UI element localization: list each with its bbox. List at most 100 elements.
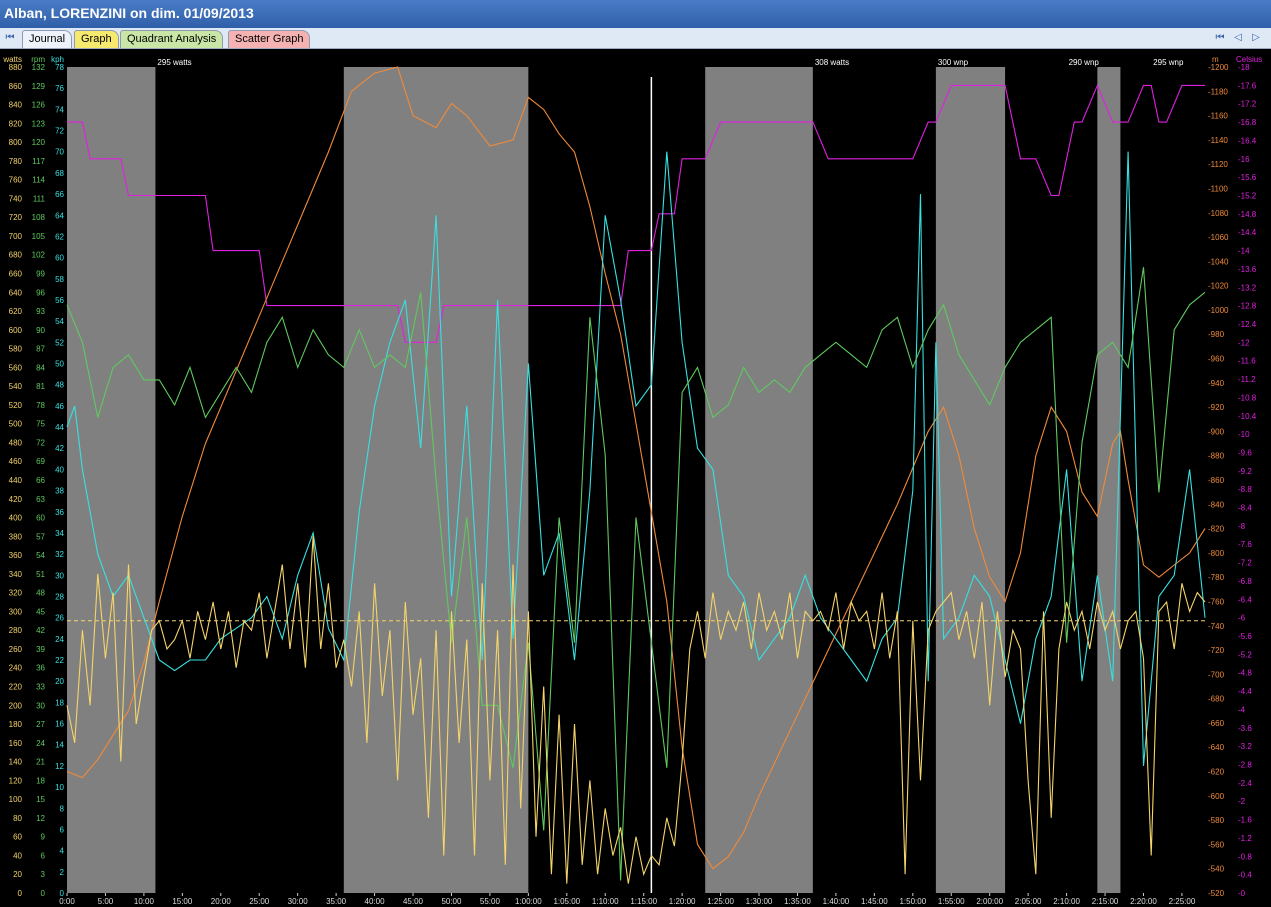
prev-icon[interactable]: ◁ — [1232, 31, 1244, 45]
kph-tick-label: 62 — [55, 232, 64, 241]
watts-tick-label: 800 — [9, 138, 23, 147]
m-tick-label: -780 — [1208, 573, 1225, 582]
x-tick-label: 50:00 — [441, 897, 462, 906]
x-tick-label: 1:40:00 — [823, 897, 850, 906]
celsius-tick-label: -6 — [1238, 614, 1246, 623]
watts-tick-label: 180 — [9, 720, 23, 729]
x-tick-label: 1:20:00 — [669, 897, 696, 906]
window-titlebar: Alban, LORENZINI on dim. 01/09/2013 — [0, 0, 1271, 29]
rpm-tick-label: 39 — [36, 645, 45, 654]
rpm-tick-label: 24 — [36, 739, 45, 748]
kph-tick-label: 36 — [55, 508, 64, 517]
first-icon[interactable]: ⏮ — [1214, 31, 1226, 45]
celsius-tick-label: -13.2 — [1238, 283, 1257, 292]
tab-graph[interactable]: Graph — [74, 30, 119, 48]
interval-label-3: 290 wnp — [1069, 58, 1100, 67]
first-page-icon[interactable]: ⏮ — [4, 31, 16, 45]
watts-tick-label: 420 — [9, 495, 23, 504]
rpm-tick-label: 54 — [36, 551, 45, 560]
kph-tick-label: 34 — [55, 529, 64, 538]
m-tick-label: -760 — [1208, 597, 1225, 606]
celsius-tick-label: -6.4 — [1238, 595, 1252, 604]
m-tick-label: -580 — [1208, 816, 1225, 825]
celsius-tick-label: -0.8 — [1238, 852, 1252, 861]
watts-tick-label: 160 — [9, 739, 23, 748]
celsius-tick-label: -18 — [1238, 63, 1250, 72]
rpm-tick-label: 36 — [36, 664, 45, 673]
m-tick-label: -720 — [1208, 646, 1225, 655]
m-tick-label: -940 — [1208, 379, 1225, 388]
watts-tick-label: 860 — [9, 82, 23, 91]
watts-tick-label: 700 — [9, 232, 23, 241]
m-tick-label: -520 — [1208, 889, 1225, 898]
celsius-tick-label: -16.4 — [1238, 136, 1257, 145]
kph-tick-label: 42 — [55, 444, 64, 453]
m-tick-label: -620 — [1208, 768, 1225, 777]
celsius-tick-label: -16.8 — [1238, 118, 1257, 127]
tab-quadrant-analysis[interactable]: Quadrant Analysis — [120, 30, 224, 48]
celsius-tick-label: -8.4 — [1238, 504, 1252, 513]
celsius-tick-label: -8 — [1238, 522, 1246, 531]
x-tick-label: 2:20:00 — [1130, 897, 1157, 906]
ride-graph[interactable]: 295 watts 308 watts 300 wnp 290 wnp 295 wnpw… — [0, 48, 1271, 907]
kph-tick-label: 56 — [55, 296, 64, 305]
x-tick-label: 1:05:00 — [553, 897, 580, 906]
kph-tick-label: 32 — [55, 550, 64, 559]
watts-tick-label: 260 — [9, 645, 23, 654]
celsius-tick-label: -9.2 — [1238, 467, 1252, 476]
kph-tick-label: 46 — [55, 402, 64, 411]
kph-tick-label: 8 — [60, 804, 65, 813]
kph-tick-label: 58 — [55, 275, 64, 284]
celsius-tick-label: -1.2 — [1238, 834, 1252, 843]
celsius-tick-label: -12.8 — [1238, 302, 1257, 311]
m-tick-label: -960 — [1208, 355, 1225, 364]
watts-tick-label: 480 — [9, 438, 23, 447]
plot-background — [67, 67, 1205, 893]
celsius-tick-label: -14.8 — [1238, 210, 1257, 219]
rpm-tick-label: 42 — [36, 626, 45, 635]
kph-tick-label: 14 — [55, 741, 64, 750]
next-icon[interactable]: ▷ — [1250, 31, 1262, 45]
watts-tick-label: 40 — [13, 851, 22, 860]
m-tick-label: -1040 — [1208, 257, 1229, 266]
kph-tick-label: 70 — [55, 148, 64, 157]
kph-tick-label: 22 — [55, 656, 64, 665]
x-tick-label: 10:00 — [134, 897, 155, 906]
rpm-tick-label: 93 — [36, 307, 45, 316]
m-tick-label: -840 — [1208, 500, 1225, 509]
celsius-tick-label: -15.2 — [1238, 191, 1257, 200]
celsius-tick-label: -4.4 — [1238, 687, 1252, 696]
x-tick-label: 1:15:00 — [630, 897, 657, 906]
rpm-tick-label: 117 — [32, 157, 45, 166]
rpm-tick-label: 78 — [36, 401, 45, 410]
x-tick-label: 1:55:00 — [938, 897, 965, 906]
celsius-tick-label: -10 — [1238, 430, 1250, 439]
celsius-tick-label: -7.2 — [1238, 559, 1252, 568]
tab-scatter-graph[interactable]: Scatter Graph — [228, 30, 311, 48]
watts-tick-label: 540 — [9, 382, 23, 391]
interval-label-4: 295 wnp — [1153, 58, 1184, 67]
rpm-tick-label: 96 — [36, 288, 45, 297]
rpm-tick-label: 114 — [32, 176, 45, 185]
m-tick-label: -1000 — [1208, 306, 1229, 315]
watts-tick-label: 460 — [9, 457, 23, 466]
x-tick-label: 25:00 — [249, 897, 270, 906]
tab-journal[interactable]: Journal — [22, 30, 73, 48]
celsius-tick-label: -2 — [1238, 797, 1246, 806]
x-tick-label: 2:15:00 — [1092, 897, 1119, 906]
kph-tick-label: 18 — [55, 698, 64, 707]
rpm-tick-label: 72 — [36, 438, 45, 447]
m-tick-label: -800 — [1208, 549, 1225, 558]
celsius-tick-label: -14.4 — [1238, 228, 1257, 237]
rpm-tick-label: 69 — [36, 457, 45, 466]
m-tick-label: -700 — [1208, 670, 1225, 679]
kph-tick-label: 28 — [55, 592, 64, 601]
kph-tick-label: 40 — [55, 465, 64, 474]
rpm-tick-label: 126 — [32, 101, 46, 110]
rpm-tick-label: 60 — [36, 514, 45, 523]
m-tick-label: -1160 — [1208, 112, 1228, 121]
x-tick-label: 0:00 — [59, 897, 75, 906]
kph-tick-label: 68 — [55, 169, 64, 178]
watts-tick-label: 280 — [9, 626, 23, 635]
watts-tick-label: 380 — [9, 532, 23, 541]
